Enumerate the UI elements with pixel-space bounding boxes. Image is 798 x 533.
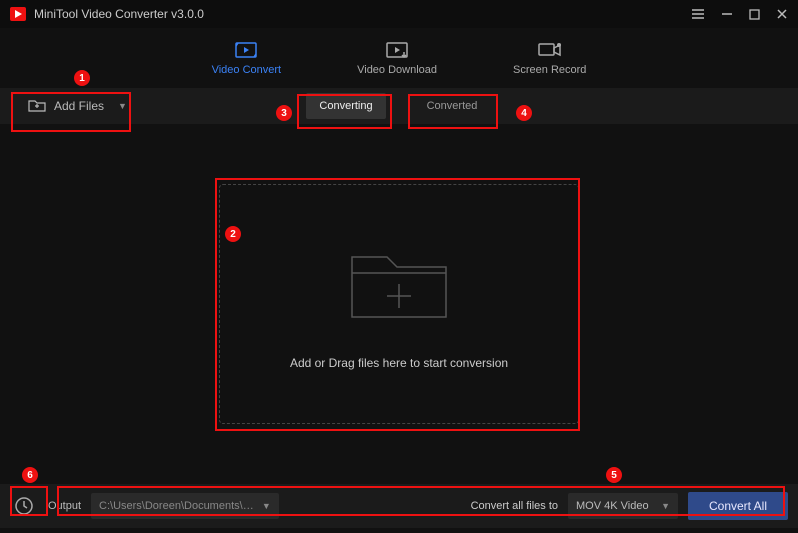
tab-label: Screen Record	[513, 64, 586, 76]
video-convert-icon	[234, 40, 258, 60]
subtab-label: Converting	[319, 100, 372, 112]
output-path-selector[interactable]: C:\Users\Doreen\Documents\MiniTool Video…	[91, 493, 279, 519]
tab-video-download[interactable]: Video Download	[349, 34, 445, 82]
tab-screen-record[interactable]: Screen Record	[505, 34, 594, 82]
subtab-label: Converted	[427, 100, 478, 112]
subtab-converted[interactable]: Converted	[412, 93, 492, 119]
output-format-selector[interactable]: MOV 4K Video ▼	[568, 493, 678, 519]
app-title: MiniTool Video Converter v3.0.0	[34, 7, 691, 21]
tab-video-convert[interactable]: Video Convert	[204, 34, 290, 82]
add-files-button[interactable]: Add Files ▼	[20, 92, 135, 121]
close-button[interactable]	[776, 8, 788, 20]
output-label: Output	[48, 500, 81, 512]
chevron-down-icon: ▼	[118, 101, 127, 111]
format-selected-text: MOV 4K Video	[576, 500, 649, 512]
chevron-down-icon: ▼	[661, 501, 670, 511]
bottom-bar: Output C:\Users\Doreen\Documents\MiniToo…	[0, 484, 798, 528]
chevron-down-icon: ▼	[262, 501, 271, 511]
convert-all-to-label: Convert all files to	[471, 500, 558, 512]
add-files-label: Add Files	[54, 99, 104, 113]
subtab-converting[interactable]: Converting	[306, 93, 386, 119]
main-tabs: Video Convert Video Download Screen Reco…	[0, 28, 798, 88]
app-logo-icon	[10, 7, 26, 21]
folder-add-icon	[344, 239, 454, 332]
add-files-icon	[28, 98, 46, 115]
screen-record-icon	[537, 40, 563, 60]
video-download-icon	[385, 40, 409, 60]
dropzone[interactable]: Add or Drag files here to start conversi…	[219, 184, 579, 424]
main-area: Add or Drag files here to start conversi…	[0, 124, 798, 484]
history-button[interactable]	[10, 496, 38, 516]
tab-label: Video Download	[357, 64, 437, 76]
title-bar: MiniTool Video Converter v3.0.0	[0, 0, 798, 28]
dropzone-message: Add or Drag files here to start conversi…	[290, 356, 508, 370]
sub-toolbar: Add Files ▼ Converting Converted	[0, 88, 798, 124]
convert-all-label: Convert All	[709, 499, 767, 513]
maximize-button[interactable]	[749, 9, 760, 20]
hamburger-menu-icon[interactable]	[691, 8, 705, 20]
output-path-text: C:\Users\Doreen\Documents\MiniTool Video…	[99, 500, 256, 512]
tab-label: Video Convert	[212, 64, 282, 76]
minimize-button[interactable]	[721, 8, 733, 20]
convert-all-button[interactable]: Convert All	[688, 492, 788, 520]
